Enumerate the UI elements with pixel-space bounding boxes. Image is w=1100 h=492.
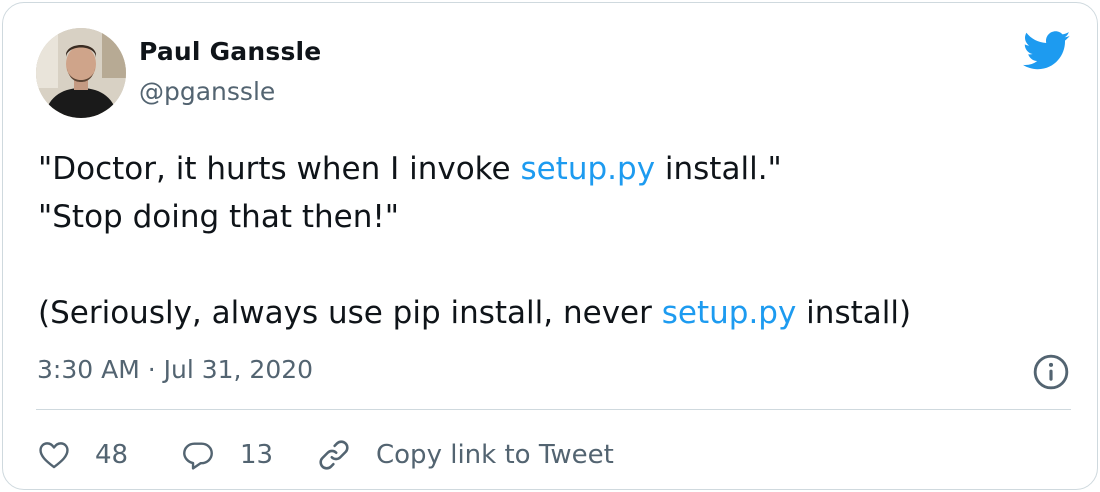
tweet-line-text: "Doctor, it hurts when I invoke	[38, 151, 521, 187]
author-name[interactable]: Paul Ganssle	[139, 37, 321, 66]
setup-py-link[interactable]: setup.py	[662, 295, 797, 331]
tweet-card: Paul Ganssle @pganssle "Doctor, it hurts…	[2, 2, 1098, 490]
copy-link-button[interactable]: Copy link to Tweet	[316, 433, 614, 477]
like-button[interactable]: 48	[37, 433, 128, 477]
tweet-line-text: "Stop doing that then!"	[38, 199, 400, 235]
author-handle[interactable]: @pganssle	[139, 77, 275, 106]
tweet-line-text: install)	[796, 295, 912, 331]
tweet-line-text: install."	[655, 151, 782, 187]
tweet-text: "Doctor, it hurts when I invoke setup.py…	[38, 145, 1068, 337]
heart-icon	[39, 442, 69, 469]
tweet-timestamp[interactable]: 3:30 AM · Jul 31, 2020	[37, 355, 313, 384]
link-icon	[319, 440, 349, 470]
divider	[36, 409, 1071, 410]
tweet-line: (Seriously, always use pip install, neve…	[38, 289, 1068, 337]
setup-py-link[interactable]: setup.py	[520, 151, 655, 187]
reply-count: 13	[240, 440, 274, 470]
reply-button[interactable]: 13	[180, 433, 273, 477]
avatar-image	[36, 28, 126, 118]
tweet-line-text: (Seriously, always use pip install, neve…	[38, 295, 662, 331]
avatar[interactable]	[36, 28, 126, 118]
info-icon[interactable]	[1032, 353, 1070, 391]
reply-icon	[183, 442, 213, 470]
copy-link-label: Copy link to Tweet	[376, 440, 614, 470]
twitter-bird-icon[interactable]	[1023, 31, 1071, 71]
like-count: 48	[95, 440, 129, 470]
tweet-line: "Stop doing that then!"	[38, 193, 1068, 241]
tweet-line: "Doctor, it hurts when I invoke setup.py…	[38, 145, 1068, 193]
